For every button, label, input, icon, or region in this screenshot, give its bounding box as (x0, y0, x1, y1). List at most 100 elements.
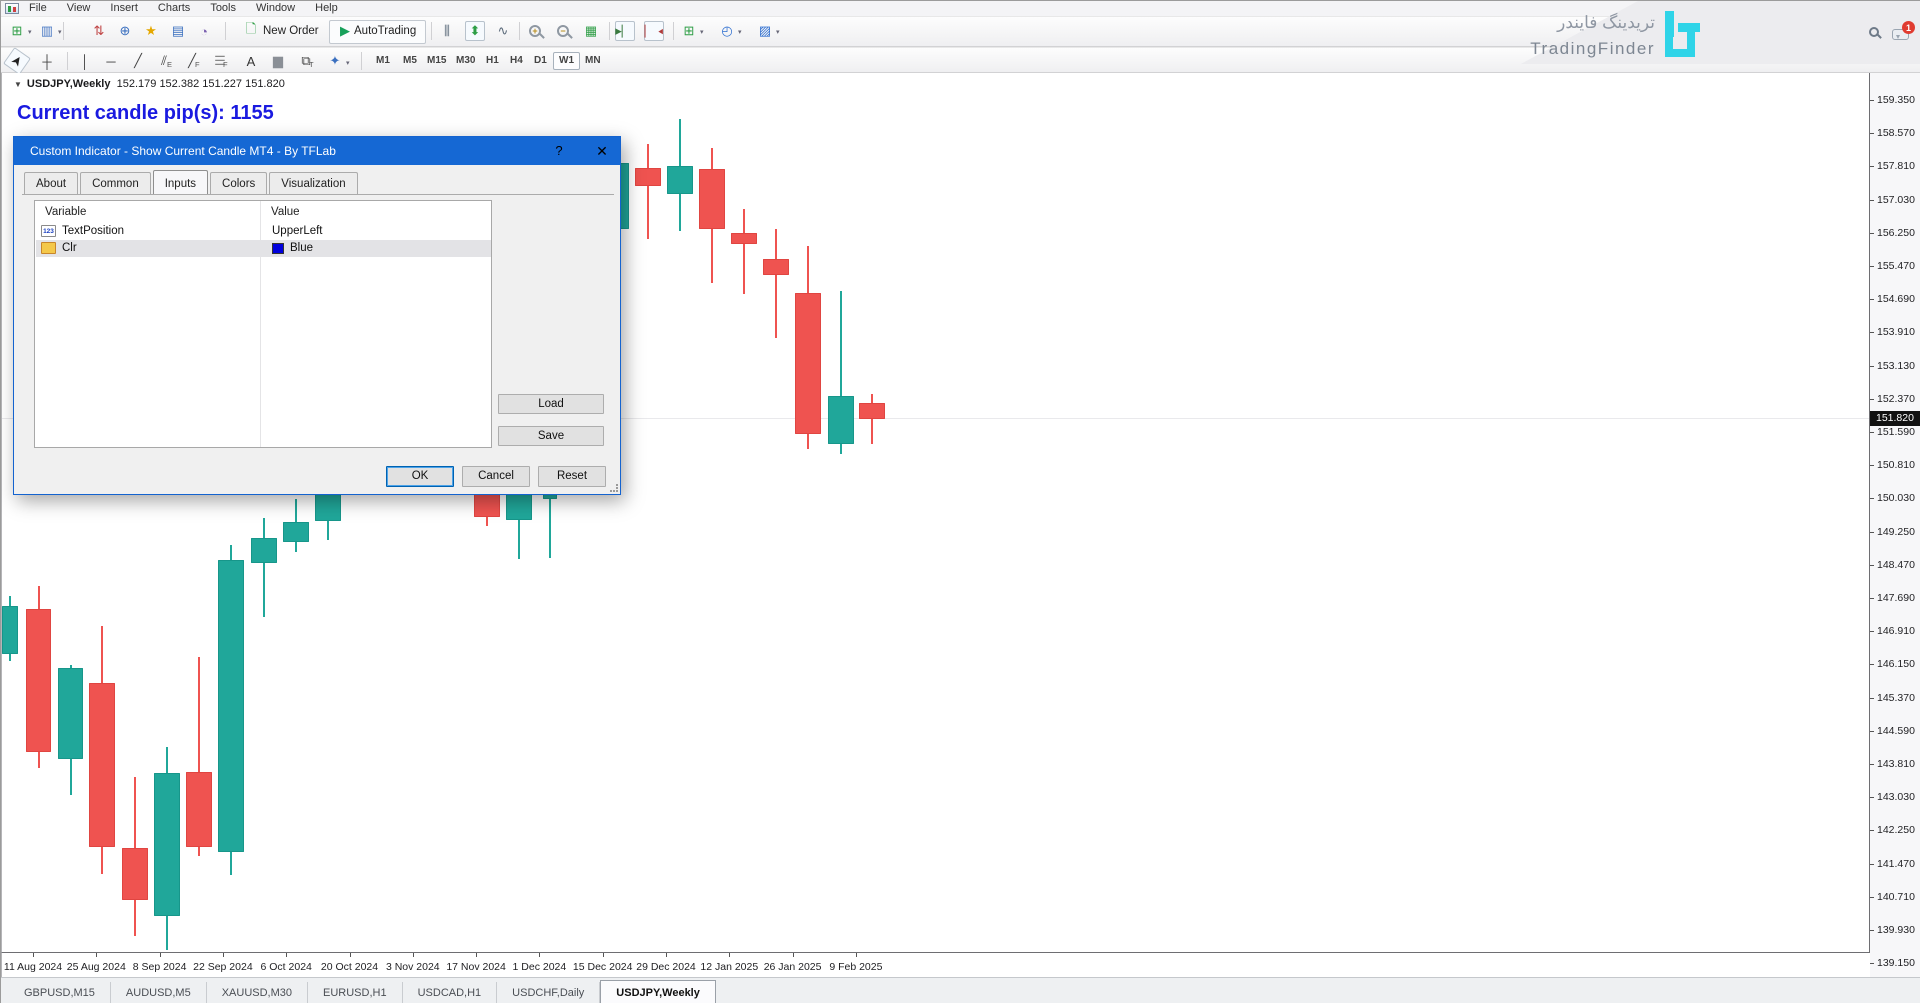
dialog-tab-about[interactable]: About (24, 172, 78, 194)
chart-line-icon[interactable]: ∿ (493, 21, 513, 41)
chart-tab-eurusd-h1[interactable]: EURUSD,H1 (308, 982, 403, 1003)
price-tick (1870, 797, 1874, 798)
vline-icon[interactable]: │ (75, 51, 95, 71)
inputs-table[interactable]: Variable Value 123TextPositionUpperLeftC… (34, 200, 492, 448)
data-window-icon[interactable]: ⊕ (115, 21, 135, 41)
tile-windows-icon[interactable]: ▦ (581, 21, 601, 41)
timeframe-m15[interactable]: M15 (422, 52, 451, 70)
menu-view[interactable]: View (57, 1, 101, 16)
price-scale[interactable]: 151.820 159.350158.570157.810157.030156.… (1870, 73, 1920, 977)
new-order-icon[interactable]: 🗋 (241, 21, 261, 41)
trendline-icon[interactable]: ╱ (128, 51, 148, 71)
chart-collapse-icon[interactable]: ▼ (14, 80, 22, 89)
templates-icon-dropdown[interactable]: ▾ (776, 28, 780, 36)
date-tick (286, 953, 287, 957)
dialog-close-button[interactable]: ✕ (584, 137, 620, 165)
resize-grip[interactable] (610, 484, 618, 492)
price-label: 141.470 (1877, 858, 1915, 870)
input-row-clr[interactable]: ClrBlue (36, 240, 491, 257)
price-label: 159.350 (1877, 94, 1915, 106)
param-value[interactable]: Blue (290, 241, 313, 256)
cancel-button[interactable]: Cancel (462, 466, 530, 487)
new-chart-icon-dropdown[interactable]: ▾ (28, 28, 32, 36)
load-button[interactable]: Load (498, 394, 604, 414)
date-tick (476, 953, 477, 957)
price-label: 153.910 (1877, 326, 1915, 338)
crosshair-icon[interactable]: ┼ (37, 51, 57, 71)
autotrading-icon-label[interactable]: AutoTrading (354, 25, 416, 37)
periods-icon-dropdown[interactable]: ▾ (738, 28, 742, 36)
timeframe-m1[interactable]: M1 (371, 52, 395, 70)
auto-scroll-icon[interactable]: ▸⎸ (615, 21, 635, 41)
chart-tab-usdcad-h1[interactable]: USDCAD,H1 (403, 982, 498, 1003)
search-icon[interactable] (1869, 27, 1879, 37)
menu-file[interactable]: File (19, 1, 57, 16)
number-param-icon: 123 (41, 225, 56, 237)
timeframe-w1[interactable]: W1 (553, 52, 580, 70)
text-icon[interactable]: A (241, 51, 261, 71)
zoom-out-icon[interactable]: − (553, 21, 573, 41)
candle-body (699, 169, 725, 229)
menu-tools[interactable]: Tools (200, 1, 246, 16)
menu-window[interactable]: Window (246, 1, 305, 16)
timeframe-d1[interactable]: D1 (529, 52, 552, 70)
hline-icon[interactable]: ─ (101, 51, 121, 71)
param-value[interactable]: UpperLeft (272, 224, 323, 239)
dialog-tab-visualization[interactable]: Visualization (269, 172, 357, 194)
cursor-icon[interactable]: ➤ (3, 47, 31, 75)
input-row-textposition[interactable]: 123TextPositionUpperLeft (36, 223, 491, 240)
dialog-title-bar[interactable]: Custom Indicator - Show Current Candle M… (14, 137, 620, 165)
indicators-icon[interactable]: ⊞ (679, 21, 699, 41)
new-order-icon-label[interactable]: New Order (263, 25, 319, 37)
save-button[interactable]: Save (498, 426, 604, 446)
profiles-icon-dropdown[interactable]: ▾ (58, 28, 62, 36)
candle-wick (743, 209, 745, 294)
chart-tab-gbpusd-m15[interactable]: GBPUSD,M15 (9, 982, 111, 1003)
templates-icon[interactable]: ▨ (755, 21, 775, 41)
menu-insert[interactable]: Insert (100, 1, 148, 16)
price-tick (1870, 399, 1874, 400)
new-chart-icon[interactable]: ⊞ (7, 21, 27, 41)
price-label: 156.250 (1877, 227, 1915, 239)
dialog-tab-inputs[interactable]: Inputs (153, 170, 208, 194)
chart-candles-icon[interactable]: ⬍ (465, 21, 485, 41)
price-label: 139.150 (1877, 957, 1915, 969)
ok-button[interactable]: OK (386, 466, 454, 487)
zoom-in-icon[interactable]: + (525, 21, 545, 41)
market-watch-icon[interactable]: ⇅ (89, 21, 109, 41)
dialog-help-button[interactable]: ? (544, 137, 574, 165)
indicators-icon-dropdown[interactable]: ▾ (700, 28, 704, 36)
chart-tab-xauusd-m30[interactable]: XAUUSD,M30 (207, 982, 308, 1003)
arrows-icon[interactable]: ✦ (325, 51, 345, 71)
profiles-icon[interactable]: ▥ (37, 21, 57, 41)
price-tick (1870, 332, 1874, 333)
menu-help[interactable]: Help (305, 1, 348, 16)
menu-charts[interactable]: Charts (148, 1, 200, 16)
timeframe-mn[interactable]: MN (580, 52, 606, 70)
chart-shift-icon[interactable]: ⎸◂ (644, 21, 664, 41)
chart-bars-icon[interactable]: ⫼ (437, 21, 457, 41)
autotrading-icon[interactable]: ▶ (335, 21, 355, 41)
arrows-icon-dropdown[interactable]: ▾ (346, 59, 350, 67)
price-tick (1870, 200, 1874, 201)
navigator-icon[interactable]: ★ (141, 21, 161, 41)
dialog-tab-colors[interactable]: Colors (210, 172, 267, 194)
date-axis[interactable]: 11 Aug 202425 Aug 20248 Sep 202422 Sep 2… (1, 953, 1870, 977)
reset-button[interactable]: Reset (538, 466, 606, 487)
date-tick (160, 953, 161, 957)
periods-icon[interactable]: ◴ (717, 21, 737, 41)
chart-tab-usdchf-daily[interactable]: USDCHF,Daily (497, 982, 600, 1003)
candle-wick (775, 229, 777, 338)
candle-body (154, 773, 180, 916)
terminal-icon[interactable]: ▤ (168, 21, 188, 41)
timeframe-h4[interactable]: H4 (505, 52, 528, 70)
strategy-tester-icon[interactable]: ◔ (194, 21, 214, 41)
chart-tab-usdjpy-weekly[interactable]: USDJPY,Weekly (600, 980, 716, 1003)
dialog-tab-common[interactable]: Common (80, 172, 151, 194)
price-tick (1870, 963, 1874, 964)
timeframe-m30[interactable]: M30 (451, 52, 480, 70)
label-icon[interactable]: ▆ (268, 51, 288, 71)
timeframe-h1[interactable]: H1 (481, 52, 504, 70)
timeframe-m5[interactable]: M5 (398, 52, 422, 70)
chart-tab-audusd-m5[interactable]: AUDUSD,M5 (111, 982, 207, 1003)
